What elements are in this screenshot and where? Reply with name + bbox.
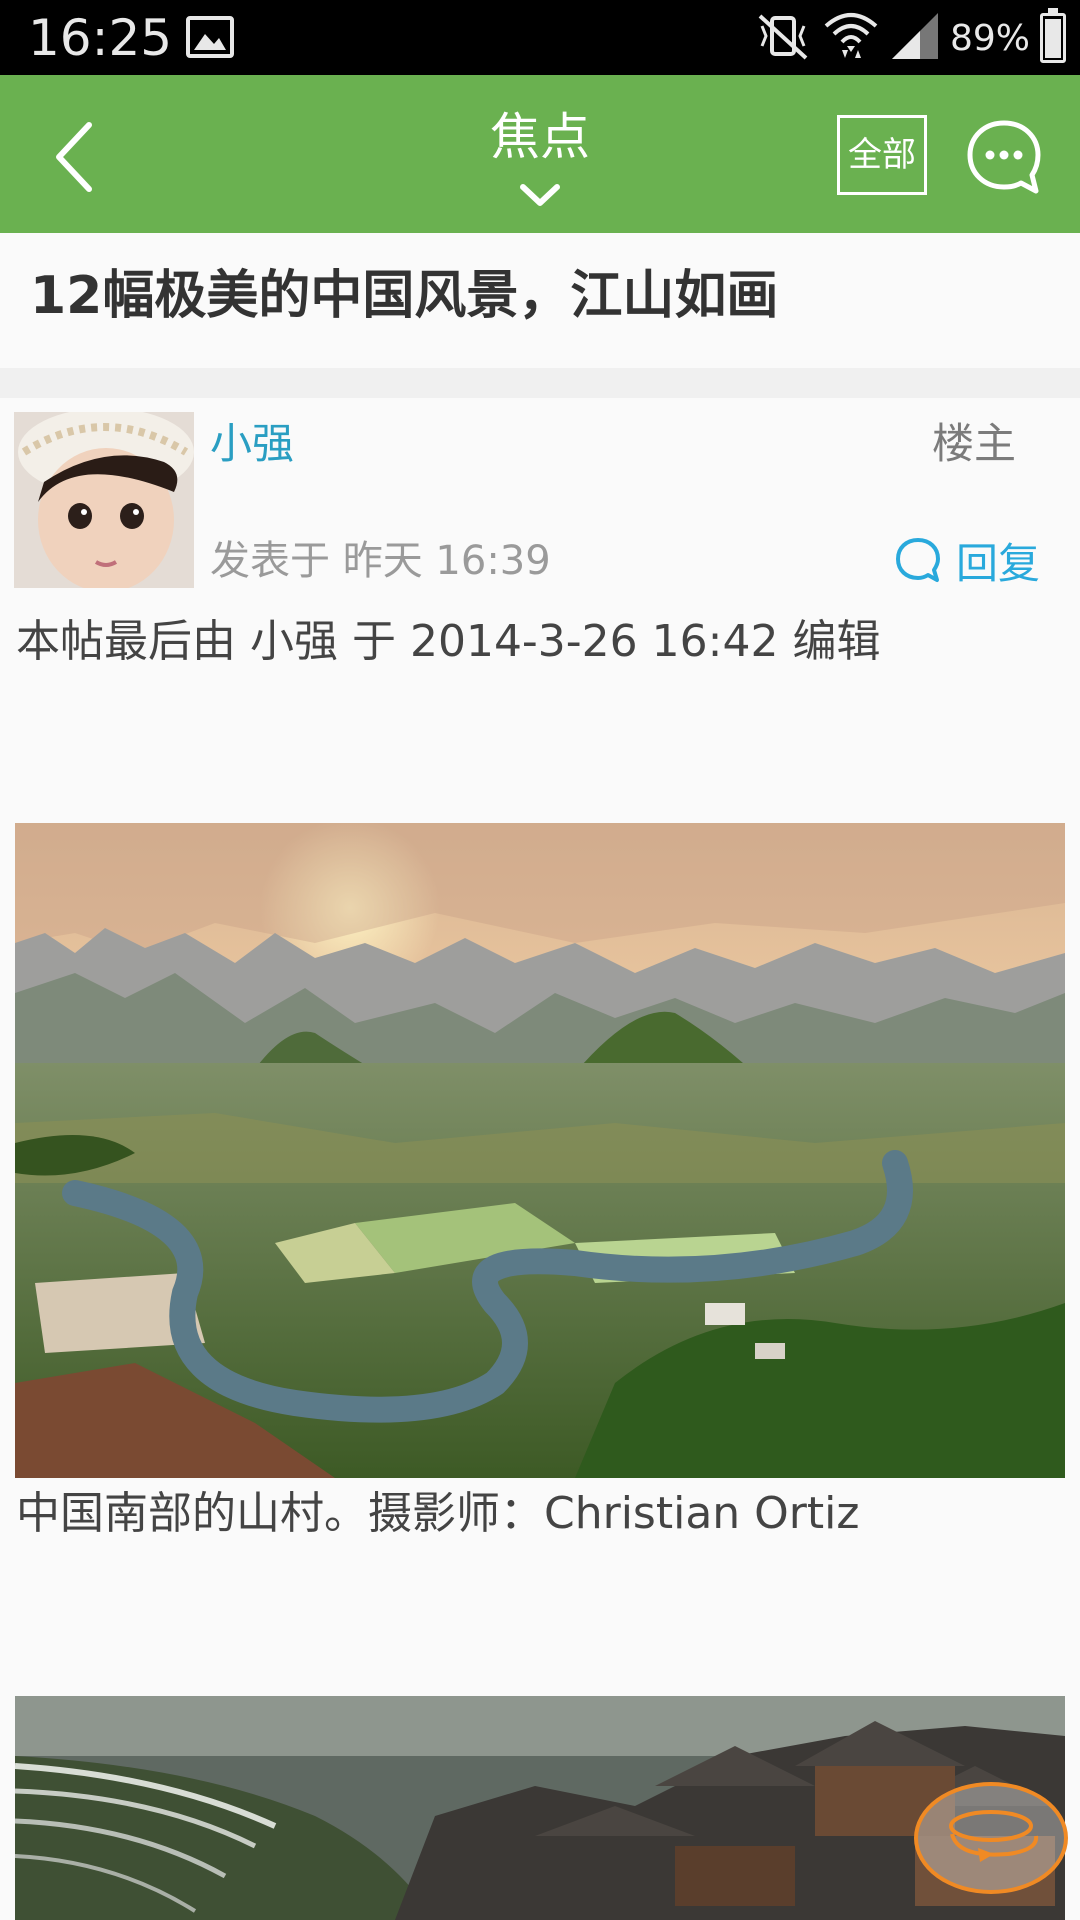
author-row: 小强 楼主 发表于 昨天 16:39 回复 xyxy=(0,398,1080,598)
app-header: 焦点 全部 xyxy=(0,75,1080,233)
post-image-village[interactable] xyxy=(15,823,1065,1478)
refresh-icon xyxy=(949,1810,1039,1862)
post-title-area: 12幅极美的中国风景，江山如画 xyxy=(0,233,1080,368)
battery-icon xyxy=(1040,8,1066,63)
image-caption: 中国南部的山村。摄影师：Christian Ortiz xyxy=(16,1488,860,1539)
image-icon xyxy=(186,16,234,58)
battery-fill xyxy=(1045,18,1061,58)
signal-icon xyxy=(890,11,940,65)
reply-icon xyxy=(895,538,940,582)
chevron-down-icon[interactable] xyxy=(519,183,561,209)
post-time: 发表于 昨天 16:39 xyxy=(210,538,551,584)
vibrate-icon xyxy=(754,12,812,64)
avatar[interactable] xyxy=(14,412,194,588)
all-button[interactable]: 全部 xyxy=(837,115,927,195)
edit-note: 本帖最后由 小强 于 2014-3-26 16:42 编辑 xyxy=(16,616,881,667)
post-image-terraces[interactable] xyxy=(15,1696,1065,1920)
floor-label: 楼主 xyxy=(931,419,1016,468)
status-icons: 89% xyxy=(754,8,1066,66)
status-time: 16:25 xyxy=(28,9,173,67)
wifi-icon xyxy=(822,10,880,66)
chat-button[interactable] xyxy=(964,117,1044,197)
battery-percent: 89% xyxy=(949,17,1030,59)
post-title: 12幅极美的中国风景，江山如画 xyxy=(30,266,779,326)
chat-bubble-icon xyxy=(967,120,1041,194)
author-name[interactable]: 小强 xyxy=(210,416,294,472)
reply-label: 回复 xyxy=(955,538,1040,588)
status-bar: 16:25 89% xyxy=(0,0,1080,75)
floating-refresh-button[interactable] xyxy=(914,1782,1068,1894)
divider xyxy=(0,368,1080,398)
reply-button[interactable]: 回复 xyxy=(894,532,1040,588)
